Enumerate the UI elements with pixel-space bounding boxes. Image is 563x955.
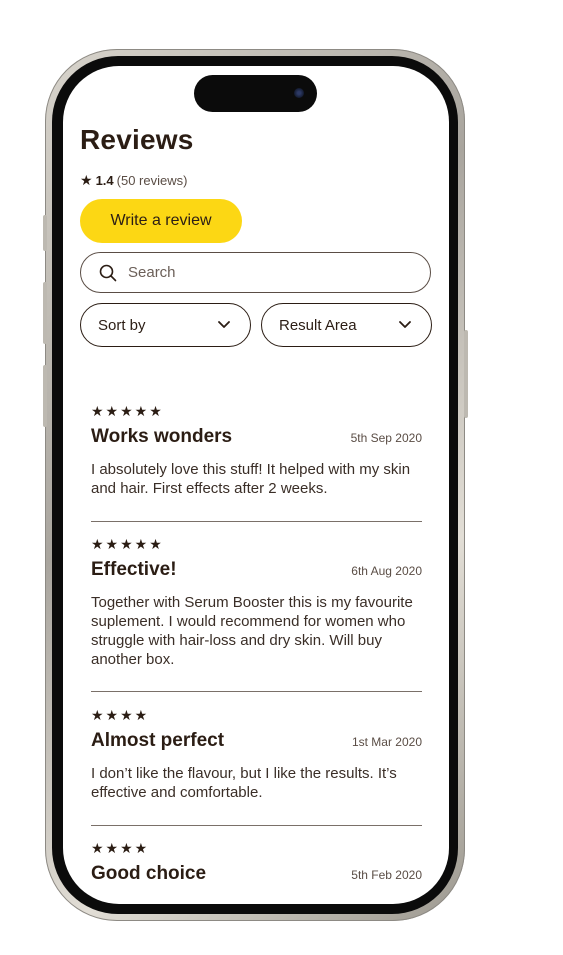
page-title: Reviews [80,124,194,155]
review-date: 6th Aug 2020 [351,564,422,578]
review-title: Works wonders [91,426,233,447]
review-stars: ★★★★★ [91,403,164,419]
review-body: Together with Serum Booster this is my f… [91,594,413,668]
chevron-down-icon [399,321,411,328]
review-stars: ★★★★ [91,840,150,856]
review-date: 5th Feb 2020 [351,868,422,882]
chevron-down-icon [218,321,230,328]
power-button [464,330,468,418]
sort-by-dropdown[interactable]: Sort by [80,303,251,347]
action-button [43,215,47,251]
rating-value: 1.4 [95,173,114,188]
review-item: ★★★★★ Effective! 6th Aug 2020 Together w… [91,536,422,669]
review-item: ★★★★ Almost perfect 1st Mar 2020 I don’t… [91,707,422,802]
review-body: I absolutely love this stuff! It helped … [91,461,411,497]
review-title: Effective! [91,559,177,580]
review-stars: ★★★★ [91,707,150,723]
review-item: ★★★★★ Works wonders 5th Sep 2020 I absol… [91,403,422,498]
divider [91,521,422,522]
volume-down-button [43,365,47,427]
result-area-dropdown[interactable]: Result Area [261,303,432,347]
review-item: ★★★★ Good choice 5th Feb 2020 [91,840,422,885]
search-bar[interactable] [80,252,431,293]
review-title: Almost perfect [91,730,225,751]
review-date: 1st Mar 2020 [351,735,422,749]
divider [91,691,422,692]
volume-up-button [43,282,47,344]
result-area-label: Result Area [279,316,357,334]
rating-summary: ★ 1.4 (50 reviews) [80,172,187,189]
search-input[interactable] [126,263,400,282]
review-body: I don’t like the flavour, but I like the… [91,765,397,801]
search-icon [99,264,117,281]
review-date: 5th Sep 2020 [350,431,422,445]
sort-by-label: Sort by [98,316,146,334]
review-count: (50 reviews) [116,173,188,188]
star-icon: ★ [80,172,93,188]
review-stars: ★★★★★ [91,536,164,552]
write-review-button[interactable]: Write a review [80,199,242,243]
camera-icon [294,88,304,98]
review-title: Good choice [91,863,207,884]
divider [91,825,422,826]
